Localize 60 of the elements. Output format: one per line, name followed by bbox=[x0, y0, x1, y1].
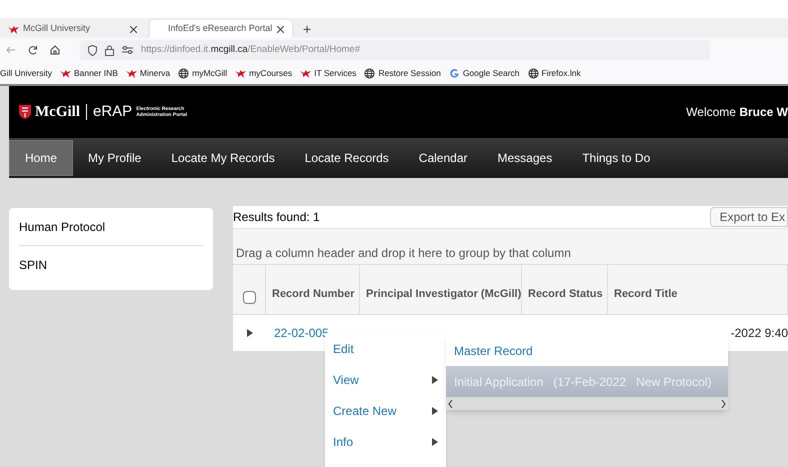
nav-tab[interactable]: Locate My Records bbox=[156, 140, 290, 176]
nav-tab[interactable]: Things to Do bbox=[567, 140, 666, 176]
welcome-text: Welcome Bruce W bbox=[686, 104, 788, 121]
shield-crest-icon bbox=[19, 105, 31, 119]
nav-tab[interactable]: My Profile bbox=[73, 140, 156, 176]
table-cell-text: -2022 9:40 bbox=[730, 325, 788, 342]
bookmark-link[interactable]: Firefox.lnk bbox=[528, 66, 581, 80]
bookmark-link[interactable]: Restore Session bbox=[364, 66, 441, 80]
submenu-arrow-icon bbox=[432, 438, 438, 446]
column-header[interactable]: Record Status bbox=[522, 264, 608, 314]
results-count: Results found: 1 bbox=[233, 209, 320, 226]
expand-arrow-icon[interactable] bbox=[246, 329, 253, 337]
menu-item[interactable]: Info bbox=[325, 426, 446, 457]
bookmark-link[interactable]: myMcGill bbox=[178, 66, 228, 80]
scroll-right-icon[interactable] bbox=[721, 400, 726, 408]
close-icon[interactable] bbox=[277, 26, 284, 32]
bookmark-link[interactable]: Gill University bbox=[0, 66, 52, 80]
bookmark-link[interactable]: Banner INB bbox=[60, 66, 118, 80]
submenu-item[interactable]: Master Record bbox=[446, 335, 728, 366]
column-header[interactable]: Principal Investigator (McGill) bbox=[360, 264, 522, 314]
nav-tab[interactable]: Home bbox=[9, 140, 74, 176]
globe-icon bbox=[178, 68, 190, 78]
group-drop-area: Drag a column header and drop it here to group by that column bbox=[233, 241, 788, 265]
globe-icon bbox=[364, 68, 376, 78]
new-tab-button[interactable]: + bbox=[297, 20, 318, 38]
bookmark-link[interactable]: myCourses bbox=[235, 66, 292, 80]
horizontal-scrollbar[interactable] bbox=[446, 397, 728, 410]
globe-icon bbox=[528, 68, 539, 78]
nav-tab[interactable]: Calendar bbox=[404, 140, 482, 176]
shield-icon[interactable] bbox=[88, 44, 97, 56]
menu-item[interactable]: View bbox=[325, 364, 446, 395]
nav-tab[interactable]: Messages bbox=[482, 140, 568, 176]
logo-text: McGill bbox=[35, 102, 80, 122]
tab-title: McGill University bbox=[23, 22, 90, 36]
app-name: eRAP bbox=[93, 102, 132, 122]
export-button[interactable]: Export to Ex bbox=[710, 207, 788, 227]
sidebar-item[interactable]: SPIN bbox=[19, 246, 203, 284]
browser-tab[interactable]: McGill University bbox=[0, 20, 145, 38]
google-icon bbox=[448, 68, 460, 78]
nav-tab[interactable]: Locate Records bbox=[290, 140, 404, 176]
reload-icon[interactable] bbox=[28, 45, 38, 55]
column-header[interactable]: Record Title bbox=[608, 264, 788, 314]
sliders-icon[interactable] bbox=[122, 46, 133, 54]
tab-title: InfoEd's eResearch Portal bbox=[168, 22, 272, 36]
address-field[interactable]: https://dinfoed.it.mcgill.ca/EnableWeb/Portal/Home# bbox=[80, 40, 710, 60]
home-icon[interactable] bbox=[50, 45, 60, 55]
select-all-checkbox[interactable] bbox=[242, 291, 256, 304]
bookmark-link[interactable]: Minerva bbox=[126, 66, 170, 80]
close-icon[interactable] bbox=[130, 26, 137, 32]
url-text: https://dinfoed.it.mcgill.ca/EnableWeb/Portal/Home# bbox=[141, 42, 360, 57]
sidebar-item[interactable]: Human Protocol bbox=[19, 208, 203, 246]
submenu-arrow-icon bbox=[432, 406, 438, 414]
bookmark-link[interactable]: Google Search bbox=[448, 66, 520, 80]
scroll-left-icon[interactable] bbox=[448, 400, 453, 408]
bookmark-link[interactable]: IT Services bbox=[300, 66, 356, 80]
browser-tab[interactable]: InfoEd's eResearch Portal bbox=[150, 20, 292, 38]
submenu-arrow-icon bbox=[432, 376, 438, 384]
column-header[interactable]: Record Number bbox=[266, 264, 360, 314]
menu-item[interactable]: Create New bbox=[325, 395, 446, 426]
lock-icon[interactable] bbox=[105, 44, 114, 56]
